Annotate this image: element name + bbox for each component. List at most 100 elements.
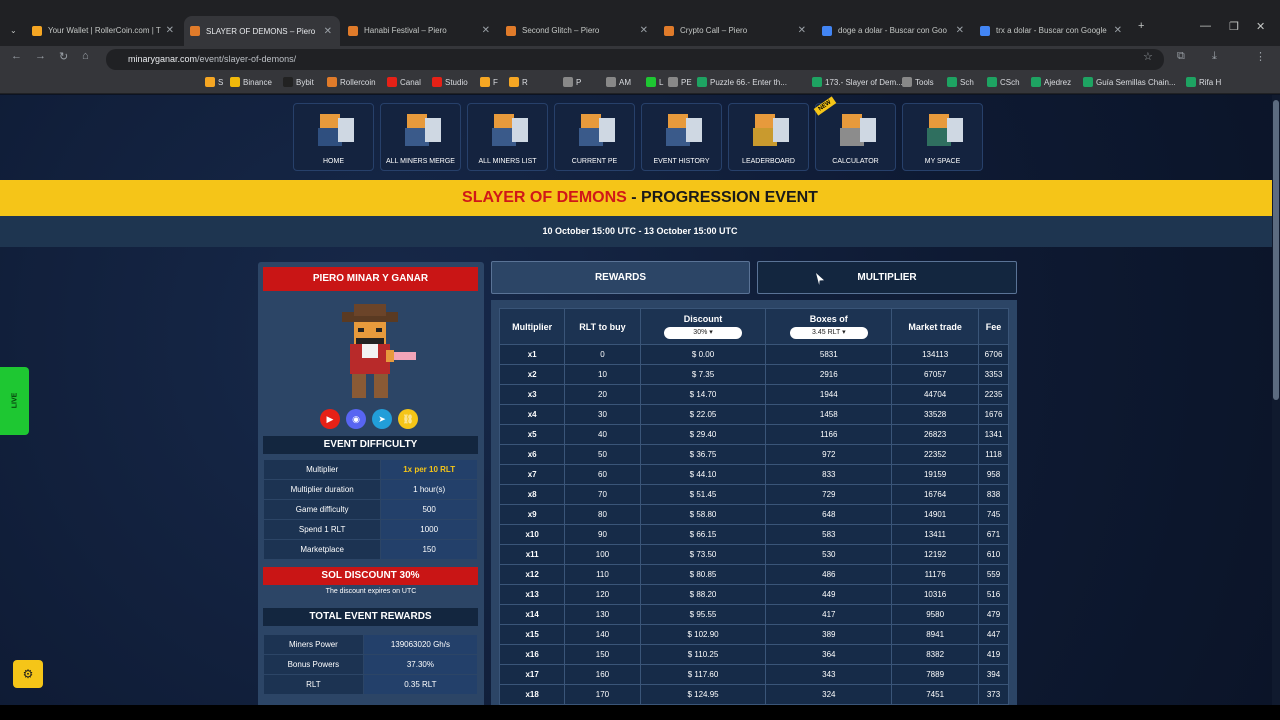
bookmark-icon [668,77,678,87]
nav-current-pe[interactable]: CURRENT PE [554,103,635,171]
table-cell: 3353 [978,364,1009,385]
bookmark-item[interactable]: S [205,77,223,87]
bookmark-item[interactable]: Ajedrez [1031,77,1071,87]
browser-tab[interactable]: Crypto Call – Piero ✕ [658,17,814,44]
bookmark-item[interactable]: Studio [432,77,468,87]
bookmark-item[interactable]: Guía Semillas Chain... [1083,77,1176,87]
extensions-icon[interactable]: ⧉ [1177,50,1185,63]
settings-gear-icon[interactable]: ⚙ [13,660,43,688]
nav-icon [312,110,356,150]
tab-close-icon[interactable]: ✕ [798,25,806,36]
bookmark-item[interactable]: Tools [902,77,934,87]
url-field[interactable]: minaryganar.com/event/slayer-of-demons/ [106,49,1164,70]
tab-multiplier[interactable]: MULTIPLIER [757,261,1017,294]
tab-close-icon[interactable]: ✕ [482,25,490,36]
discord-icon[interactable]: ◉ [346,409,366,429]
bookmark-item[interactable]: AM [606,77,631,87]
youtube-icon[interactable]: ▶ [320,409,340,429]
restore-icon[interactable]: ❐ [1229,20,1239,33]
bookmark-item[interactable]: R [509,77,528,87]
bookmark-item[interactable]: F [480,77,498,87]
browser-tab[interactable]: doge a dolar - Buscar con Goo ✕ [816,17,972,44]
bookmark-item[interactable]: CSch [987,77,1020,87]
new-tab-button[interactable]: + [1138,20,1144,32]
kv-value: 0.35 RLT [362,674,479,695]
multiplier-table: Multiplier RLT to buy Discount 30% ▾ Boxes o… [498,308,1009,705]
table-cell: 479 [978,604,1009,625]
browser-tab[interactable]: trx a dolar - Buscar con Google ✕ [974,17,1130,44]
back-icon[interactable]: ← [11,50,22,62]
col-label: Discount [683,314,723,324]
minimize-icon[interactable]: — [1200,20,1211,32]
table-cell: x12 [498,564,566,585]
bookmark-item[interactable]: P [563,77,581,87]
bookmark-item[interactable]: L [646,77,663,87]
table-cell: 11176 [891,564,980,585]
table-cell: 130 [564,604,641,625]
tab-title: SLAYER OF DEMONS – Piero [206,26,316,36]
bookmark-item[interactable]: Rollercoin [327,77,376,87]
boxes-select[interactable]: 3.45 RLT ▾ [789,327,868,339]
table-cell: 12192 [891,544,980,565]
table-cell: x4 [498,404,566,425]
nav-calculator[interactable]: CALCULATOR NEW [813,96,896,171]
live-widget[interactable]: LIVE [0,367,29,435]
tab-close-icon[interactable]: ✕ [1114,25,1122,36]
browser-tab[interactable]: Second Glitch – Piero ✕ [500,17,656,44]
table-row: x5 40 $ 29.40 1166 26823 1341 [498,424,1009,445]
nav-my-space[interactable]: MY SPACE [902,103,983,171]
tab-close-icon[interactable]: ✕ [166,25,174,36]
bookmark-label: F [493,77,498,87]
tab-close-icon[interactable]: ✕ [956,25,964,36]
bookmark-item[interactable]: Bybit [283,77,314,87]
bookmark-icon [1083,77,1093,87]
telegram-icon[interactable]: ➤ [372,409,392,429]
menu-icon[interactable]: ⋮ [1255,50,1266,63]
bookmark-item[interactable]: Binance [230,77,272,87]
close-window-icon[interactable]: ✕ [1256,20,1265,33]
bookmark-item[interactable]: Puzzle 66.- Enter th... [697,77,787,87]
browser-tab[interactable]: Your Wallet | RollerCoin.com | T ✕ [26,17,182,44]
bookmark-icon [230,77,240,87]
tab-close-icon[interactable]: ✕ [324,26,332,37]
nav-all-miners-list[interactable]: ALL MINERS LIST [467,103,548,171]
nav-label: ALL MINERS MERGE [386,158,455,165]
nav-event-history[interactable]: EVENT HISTORY [641,103,722,171]
table-cell: $ 29.40 [639,424,767,445]
home-icon[interactable]: ⌂ [82,50,89,62]
tab-search-button[interactable]: ⌄ [4,17,18,44]
forward-icon[interactable]: → [35,50,46,62]
link-icon[interactable]: ⛓ [398,409,418,429]
table-cell: 1341 [978,424,1009,445]
reload-icon[interactable]: ↻ [59,50,68,63]
browser-tab[interactable]: SLAYER OF DEMONS – Piero ✕ [184,16,340,46]
col-label: Market trade [908,321,962,332]
bookmark-star-icon[interactable]: ☆ [1143,50,1153,63]
bookmark-icon [509,77,519,87]
tab-close-icon[interactable]: ✕ [640,25,648,36]
kv-row: Miners Power 139063020 Gh/s [263,634,479,655]
kv-row: Bonus Powers 37.30% [263,654,479,675]
rewards-table: Miners Power 139063020 Gh/s Bonus Powers 37… [263,634,479,695]
scrollbar-thumb[interactable] [1273,100,1279,400]
bookmark-item[interactable]: PE [668,77,692,87]
page-scrollbar[interactable] [1272,95,1280,705]
nav-leaderboard[interactable]: LEADERBOARD [728,103,809,171]
download-icon[interactable]: ⤓ [1212,50,1217,63]
nav-icon [921,110,965,150]
bookmark-item[interactable]: Canal [387,77,421,87]
nav-all-miners-merge[interactable]: ALL MINERS MERGE [380,103,461,171]
nav-home[interactable]: HOME [293,103,374,171]
table-cell: 14901 [891,504,980,525]
table-cell: 8941 [891,624,980,645]
table-cell: $ 22.05 [639,404,767,425]
tab-rewards[interactable]: REWARDS [491,261,750,294]
table-cell: 10316 [891,584,980,605]
browser-tab[interactable]: Hanabi Festival – Piero ✕ [342,17,498,44]
bookmark-item[interactable]: Rifa H [1186,77,1221,87]
bookmark-item[interactable]: Sch [947,77,974,87]
bookmarks-bar: S Binance Bybit Rollercoin Canal Studio F R P AM L… [0,72,1280,94]
discount-select[interactable]: 30% ▾ [664,327,743,339]
bookmark-item[interactable]: 173.- Slayer of Dem... [812,77,903,87]
table-cell: 160 [564,664,641,685]
